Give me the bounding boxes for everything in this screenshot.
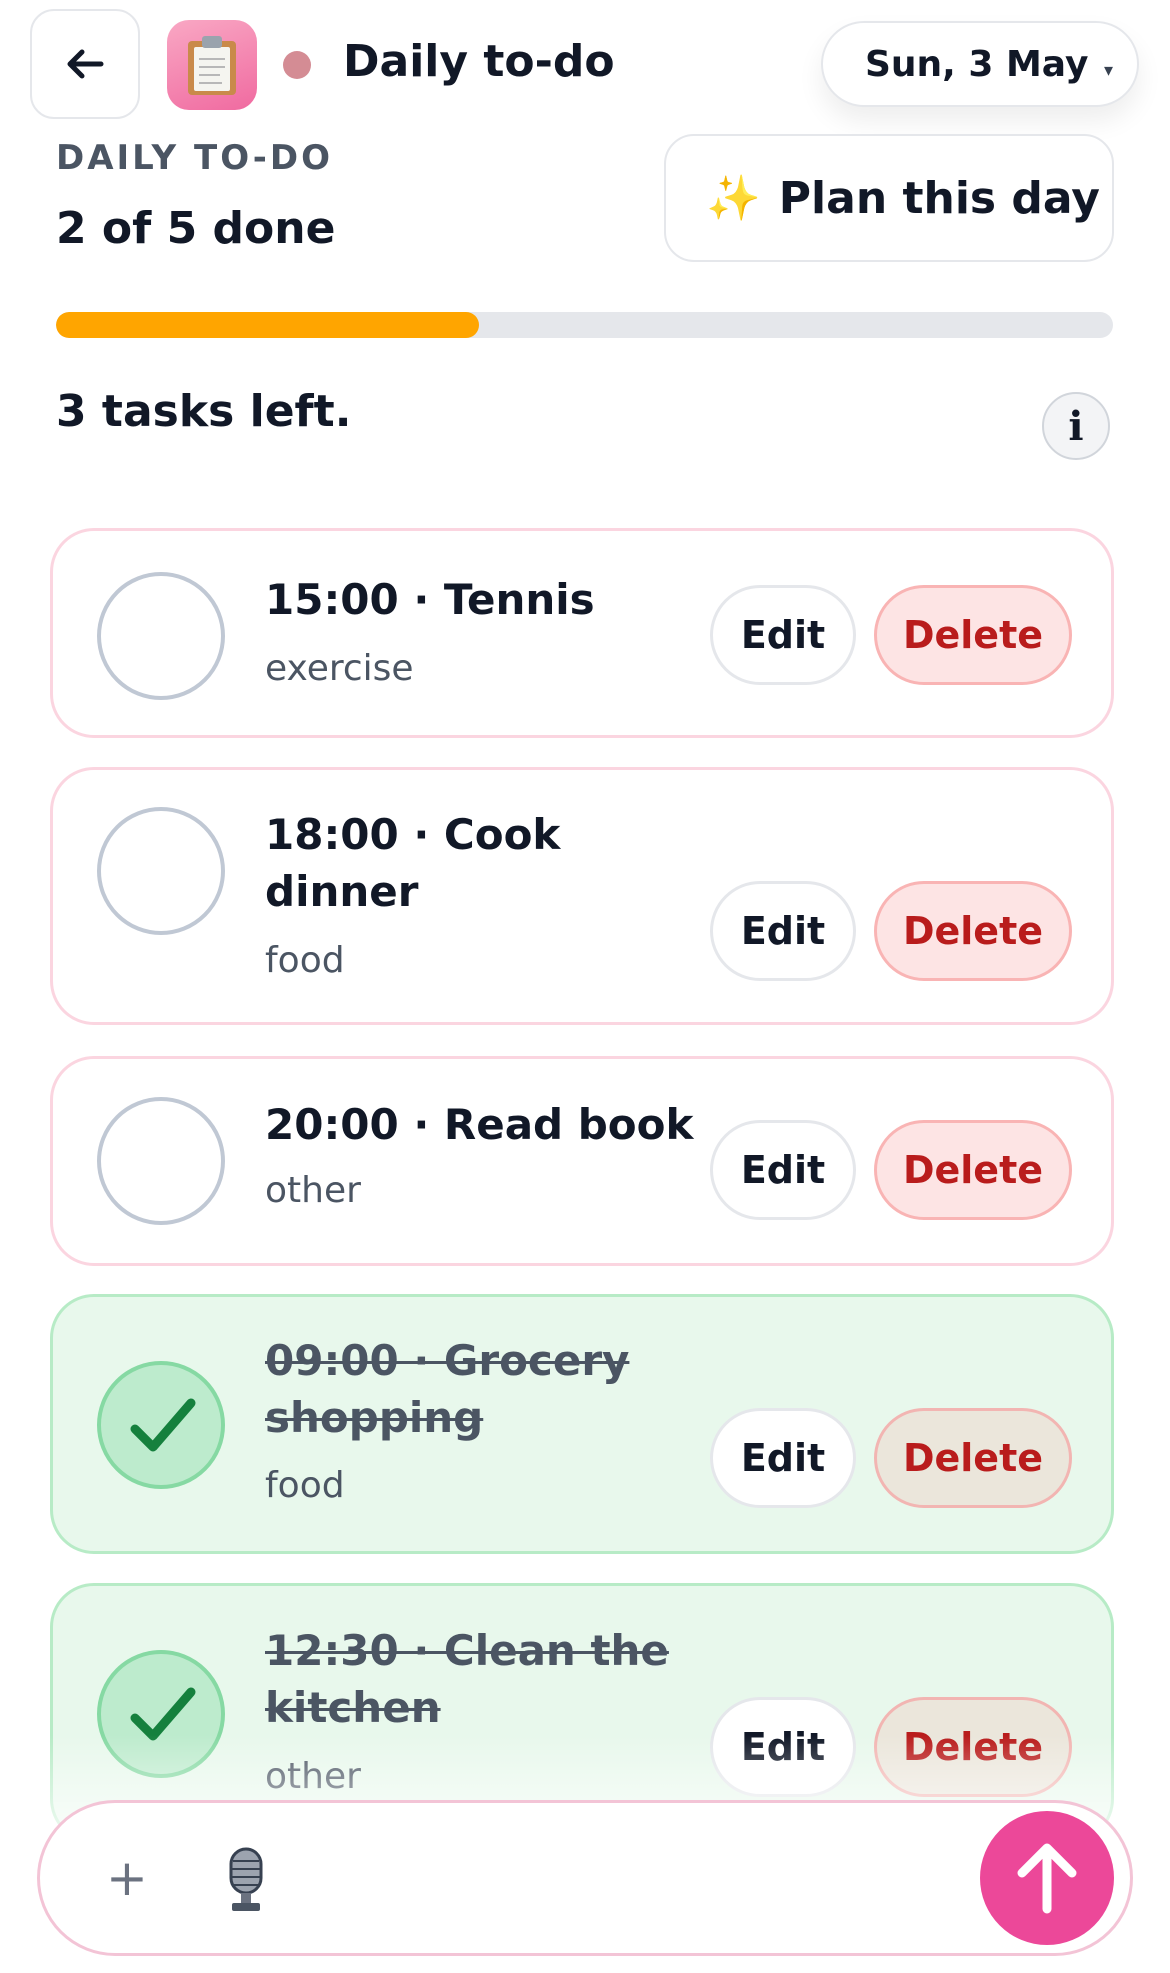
edit-button[interactable]: Edit (710, 1120, 856, 1220)
task-title: 15:00 · Tennis (265, 575, 595, 624)
info-button[interactable]: i (1042, 392, 1110, 460)
tasks-left-text: 3 tasks left. (56, 386, 352, 437)
task-title: 20:00 · Read book (265, 1100, 694, 1149)
date-label: Sun, 3 May (865, 43, 1089, 85)
task-card: 18:00 · Cook dinner food Edit Delete (50, 767, 1114, 1025)
task-checkbox[interactable] (97, 1097, 225, 1225)
clipboard-icon (188, 36, 236, 95)
task-category: food (265, 1465, 345, 1506)
task-checkbox[interactable] (97, 807, 225, 935)
microphone-icon (229, 1847, 263, 1911)
send-button[interactable] (980, 1811, 1114, 1945)
delete-button[interactable]: Delete (874, 585, 1072, 685)
composer-bar: + (37, 1800, 1133, 1956)
app-icon (167, 20, 257, 110)
task-checkbox-checked[interactable] (97, 1361, 225, 1489)
delete-button[interactable]: Delete (874, 1120, 1072, 1220)
progress-bar (56, 312, 1113, 338)
task-title: 12:30 · Clean the kitchen (265, 1626, 669, 1732)
task-category: exercise (265, 648, 414, 689)
task-title: 09:00 · Grocery shopping (265, 1336, 630, 1442)
checkmark-icon (130, 1398, 196, 1452)
edit-button[interactable]: Edit (710, 881, 856, 981)
task-card: 20:00 · Read book other Edit Delete (50, 1056, 1114, 1266)
done-count: 2 of 5 done (56, 203, 336, 254)
date-selector[interactable]: Sun, 3 May ▾ (821, 21, 1139, 107)
status-dot (283, 51, 311, 79)
task-card: 15:00 · Tennis exercise Edit Delete (50, 528, 1114, 738)
mic-button[interactable] (224, 1847, 268, 1919)
sparkles-icon: ✨ (706, 173, 761, 224)
plan-day-button[interactable]: ✨ Plan this day (664, 134, 1114, 262)
arrow-up-icon (1017, 1843, 1077, 1914)
arrow-left-icon (67, 49, 104, 79)
chevron-down-icon: ▾ (1103, 60, 1113, 81)
delete-button[interactable]: Delete (874, 1408, 1072, 1508)
back-button[interactable] (30, 9, 140, 119)
section-label: DAILY TO-DO (56, 138, 333, 178)
task-category: food (265, 940, 345, 981)
add-button[interactable]: + (106, 1853, 148, 1903)
progress-fill (56, 312, 479, 338)
task-checkbox[interactable] (97, 572, 225, 700)
task-card-done: 09:00 · Grocery shopping food Edit Delet… (50, 1294, 1114, 1554)
plan-day-label: Plan this day (778, 172, 1100, 224)
delete-button[interactable]: Delete (874, 881, 1072, 981)
task-category: other (265, 1170, 361, 1211)
page-title: Daily to-do (343, 36, 615, 87)
app-header: Daily to-do Sun, 3 May ▾ (0, 0, 1170, 130)
edit-button[interactable]: Edit (710, 1408, 856, 1508)
edit-button[interactable]: Edit (710, 585, 856, 685)
task-title: 18:00 · Cook dinner (265, 810, 561, 916)
